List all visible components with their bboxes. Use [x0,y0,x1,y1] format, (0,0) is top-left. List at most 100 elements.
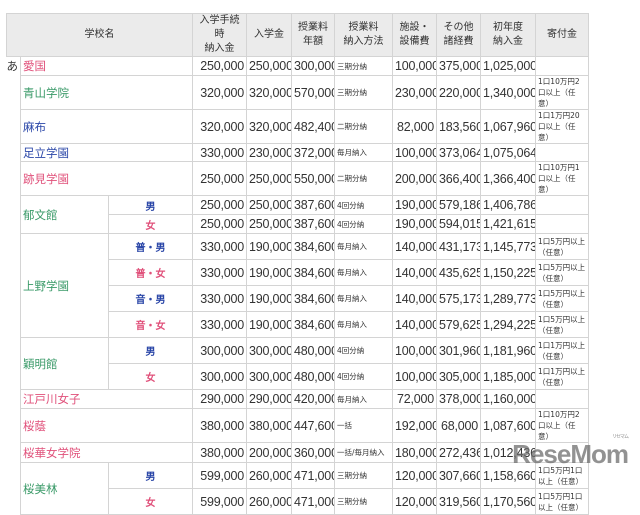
school-name[interactable]: 穎明館 [20,337,109,390]
table-row: 上野学園 普・男 330,000 190,000 384,600 毎月納入 140,000 4… [7,233,590,338]
other-fees: 68,000 [436,408,482,443]
gender-course: 女 [107,214,194,234]
annual-tuition: 387,600 [291,195,336,215]
table-header-row: 学校名 入学手続時 納入金 入学金 授業料 年額 授業料 納入方法 施設・ 設備費 その他 … [5,13,590,57]
payment-method: 4回分納 [334,363,394,390]
other-fees: 319,560 [436,488,482,515]
other-fees: 366,400 [436,161,482,196]
admission-fee: 230,000 [246,143,293,162]
first-year-total: 1,075,064 [480,143,537,162]
donation [535,389,590,409]
payment-method: 4回分納 [334,337,394,364]
school-name[interactable]: 跡見学園 [19,161,194,196]
procedure-fee: 320,000 [192,109,248,144]
procedure-fee: 599,000 [192,488,248,515]
school-name[interactable]: 桜美林 [20,462,109,515]
payment-method: 4回分納 [334,195,394,215]
procedure-fee: 380,000 [192,442,248,463]
column-header: 入学金 [246,13,293,57]
procedure-fee: 300,000 [192,363,248,390]
column-header: その他 諸経費 [436,13,482,57]
facility-fee: 192,000 [392,408,438,443]
admission-fee: 300,000 [246,337,293,364]
facility-fee: 72,000 [392,389,438,409]
annual-tuition: 384,600 [291,259,336,286]
tuition-table: 学校名 入学手続時 納入金 入学金 授業料 年額 授業料 納入方法 施設・ 設備費 その他 … [5,13,590,515]
other-fees: 183,560 [436,109,482,144]
donation: 1口10万円1口以上（任意） [535,161,590,196]
donation [535,195,590,215]
donation: 1口5万円以上（任意） [535,311,590,338]
column-header: 初年度 納入金 [480,13,537,57]
donation: 1口10万円2口以上（任意） [535,75,590,110]
facility-fee: 100,000 [392,143,438,162]
watermark-kana: リセマム [611,434,629,440]
donation: 1口5万円1口以上（任意） [535,488,590,515]
payment-method: 二期分納 [334,161,394,196]
school-name[interactable]: 愛国 [19,56,194,76]
donation: 1口1万円以上（任意） [535,363,590,390]
annual-tuition: 384,600 [291,311,336,338]
payment-method: 毎月納入 [334,285,394,312]
resemom-watermark-logo: リセマム ReseMom [512,434,629,470]
table-row: 青山学院 320,000 320,000 570,000 三期分納 230,000 220,… [7,75,590,110]
gender-course: 女 [107,363,194,390]
table-row: 江戸川女子 290,000 290,000 420,000 毎月納入 72,000 378,… [7,389,590,409]
school-name[interactable]: 青山学院 [19,75,194,110]
annual-tuition: 471,000 [291,462,336,489]
table-row: 桜華女学院 380,000 200,000 360,000 一括/毎月納入 180,000… [7,442,590,463]
admission-fee: 250,000 [246,195,293,215]
donation: 1口1万円20口以上（任意） [535,109,590,144]
facility-fee: 120,000 [392,462,438,489]
facility-fee: 180,000 [392,442,438,463]
donation: 1口5万円以上（任意） [535,285,590,312]
admission-fee: 250,000 [246,161,293,196]
annual-tuition: 420,000 [291,389,336,409]
other-fees: 375,000 [436,56,482,76]
donation [535,143,590,162]
first-year-total: 1,160,000 [480,389,537,409]
gender-course: 音・女 [107,311,194,338]
admission-fee: 250,000 [246,214,293,234]
gender-course: 女 [107,488,194,515]
admission-fee: 380,000 [246,408,293,443]
school-name[interactable]: 桜華女学院 [19,442,194,463]
annual-tuition: 372,000 [291,143,336,162]
procedure-fee: 330,000 [192,233,248,260]
facility-fee: 140,000 [392,233,438,260]
payment-method: 三期分納 [334,488,394,515]
gender-course: 男 [107,462,194,489]
other-fees: 305,000 [436,363,482,390]
table-row: 桜美林男 599,000 260,000 471,000 三期分納 120,000 307,… [7,462,590,515]
table-row: 郁文館男 250,000 250,000 387,600 4回分納 190,000 579,… [7,195,590,234]
donation [535,214,590,234]
first-year-total: 1,145,773 [480,233,537,260]
table-row: 足立学園 330,000 230,000 372,000 毎月納入 100,000 373,… [7,143,590,162]
other-fees: 575,173 [436,285,482,312]
other-fees: 435,625 [436,259,482,286]
watermark-text: ReseMom [512,439,629,469]
payment-method: 毎月納入 [334,389,394,409]
first-year-total: 1,421,615 [480,214,537,234]
column-header: 入学手続時 納入金 [192,13,248,57]
payment-method: 一括 [334,408,394,443]
school-name[interactable]: 江戸川女子 [19,389,194,409]
facility-fee: 190,000 [392,214,438,234]
school-name[interactable]: 足立学園 [19,143,194,162]
table-row: あ愛国 250,000 250,000 300,000 三期分納 100,000 375,0… [6,56,590,515]
school-name[interactable]: 桜蔭 [19,408,194,443]
facility-fee: 140,000 [392,285,438,312]
school-name[interactable]: 上野学園 [20,233,109,338]
payment-method: 三期分納 [334,56,394,76]
admission-fee: 250,000 [246,56,293,76]
first-year-total: 1,170,560 [480,488,537,515]
column-header: 授業料 年額 [291,13,336,57]
annual-tuition: 482,400 [291,109,336,144]
school-name[interactable]: 郁文館 [20,195,109,234]
school-name[interactable]: 麻布 [19,109,194,144]
donation: 1口1万円以上（任意） [535,337,590,364]
admission-fee: 190,000 [246,233,293,260]
annual-tuition: 570,000 [291,75,336,110]
gender-course: 男 [107,337,194,364]
admission-fee: 320,000 [246,75,293,110]
